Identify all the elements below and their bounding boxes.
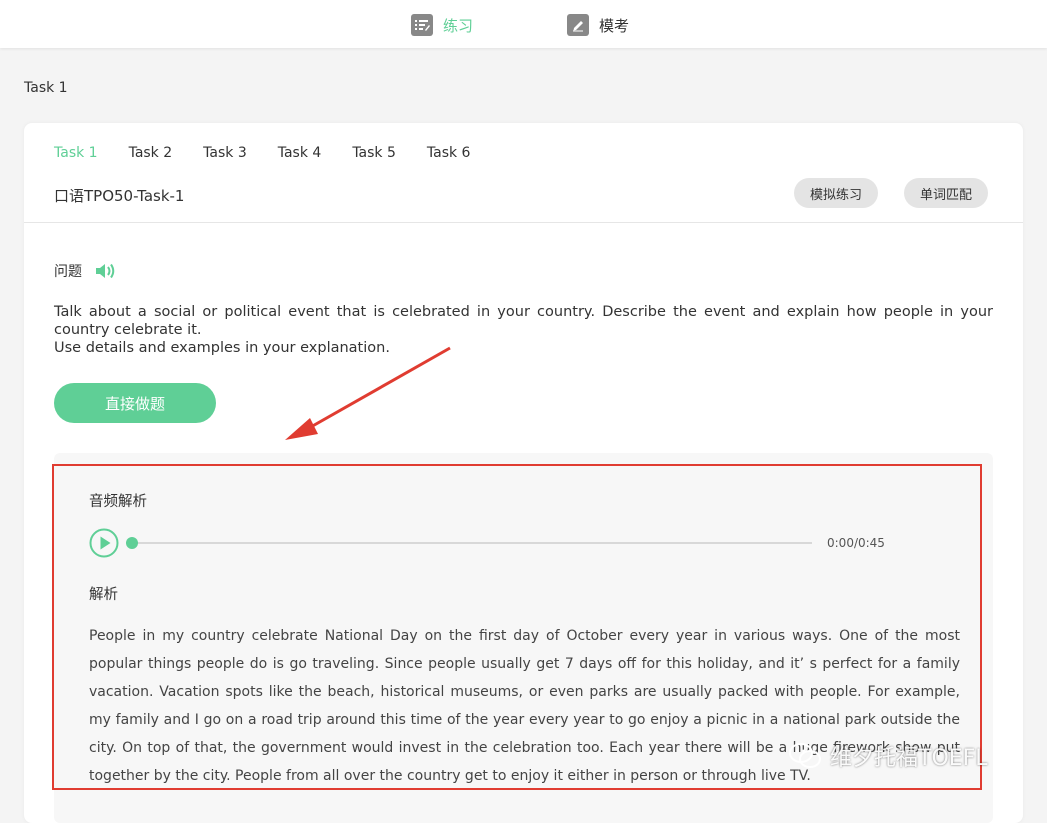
tab-task-1[interactable]: Task 1 [54,145,98,161]
watermark-text: 维夕托福TOEFL [830,746,988,771]
audio-analysis-title: 音频解析 [89,494,147,510]
play-icon[interactable] [89,528,119,558]
nav-exam-label: 模考 [599,16,630,35]
nav-exam[interactable]: 模考 [567,12,629,38]
task-tabs: Task 1 Task 2 Task 3 Task 4 Task 5 Task … [54,145,501,161]
simulate-practice-button[interactable]: 模拟练习 [794,178,879,208]
tab-task-6[interactable]: Task 6 [427,145,471,161]
explanation-title: 解析 [89,587,118,603]
speaker-icon[interactable] [94,262,116,280]
audio-progress-track[interactable] [131,542,812,544]
audio-progress-handle[interactable] [126,537,138,549]
tab-task-4[interactable]: Task 4 [278,145,322,161]
watermark: 维夕托福TOEFL [788,740,988,772]
wechat-icon [789,743,821,768]
task-title: 口语TPO50-Task-1 [54,187,185,205]
nav-practice[interactable]: 练习 [411,12,473,38]
question-text: Talk about a social or political event t… [54,303,993,357]
list-edit-icon [411,14,433,36]
question-label: 问题 [54,264,82,280]
tab-task-5[interactable]: Task 5 [352,145,396,161]
breadcrumb: Task 1 [24,80,68,96]
top-navigation: 练习 模考 [0,0,1047,48]
question-line-2: Use details and examples in your explana… [54,340,390,356]
start-answer-button[interactable]: 直接做题 [54,383,216,423]
nav-practice-label: 练习 [443,16,474,35]
pencil-icon [567,14,589,36]
tab-task-3[interactable]: Task 3 [203,145,247,161]
audio-time: 0:00/0:45 [827,536,885,550]
question-line-1: Talk about a social or political event t… [54,304,993,338]
tab-task-2[interactable]: Task 2 [129,145,173,161]
divider [24,222,1023,223]
word-match-button[interactable]: 单词匹配 [904,178,989,208]
question-label-row: 问题 [54,261,116,281]
